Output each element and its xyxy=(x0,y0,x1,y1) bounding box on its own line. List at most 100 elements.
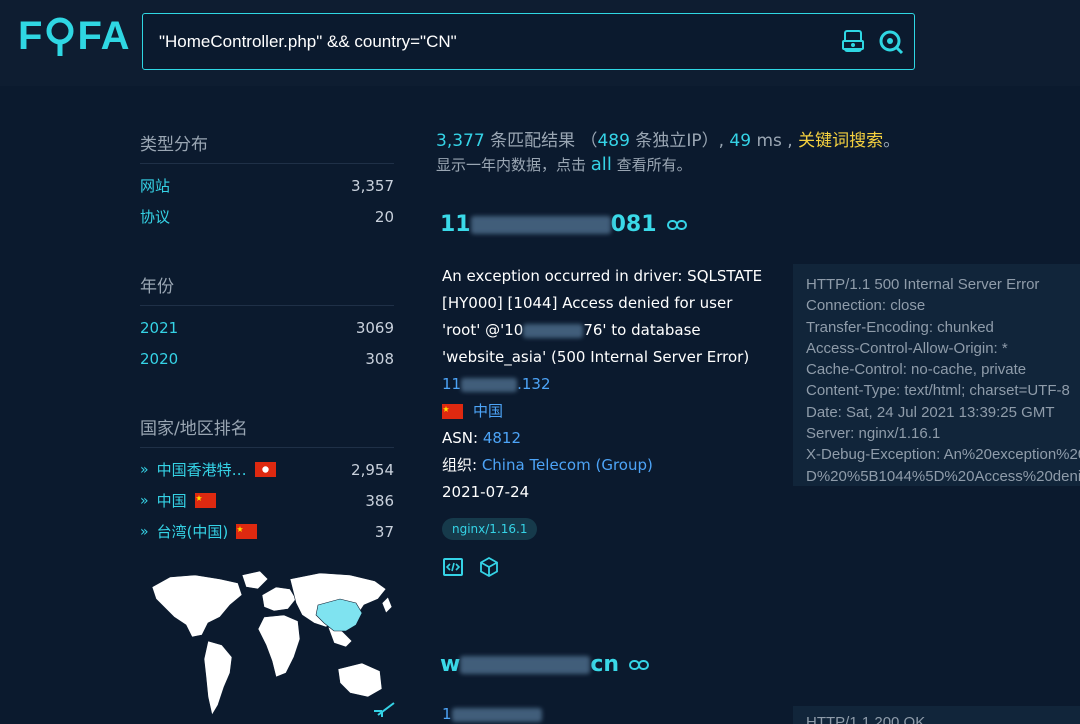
type-row-website[interactable]: 网站 3,357 xyxy=(140,170,394,201)
type-row-protocol[interactable]: 协议 20 xyxy=(140,201,394,232)
world-map[interactable] xyxy=(150,565,400,724)
header-line: HTTP/1.1 200 OK xyxy=(806,714,926,724)
period: 。 xyxy=(883,131,901,151)
code-icon[interactable] xyxy=(442,556,464,578)
ip-end[interactable]: .132 xyxy=(517,375,550,393)
country-row-tw[interactable]: » 台湾(中国) 37 xyxy=(140,516,394,547)
total-count: 3,377 xyxy=(436,131,485,151)
header-line: Access-Control-Allow-Origin: * xyxy=(806,339,1008,357)
result-title-start: 11 xyxy=(440,212,471,237)
country-label[interactable]: 中国香港特… xyxy=(157,459,247,480)
type-count: 3,357 xyxy=(351,176,394,195)
redacted-text xyxy=(523,323,584,338)
header-line: D%20%5B1044%5D%20Access%20denied xyxy=(806,467,1080,485)
asn-link[interactable]: 4812 xyxy=(483,429,521,447)
country-row-hk[interactable]: » 中国香港特… 2,954 xyxy=(140,454,394,485)
search-icon[interactable] xyxy=(878,29,904,55)
country-link[interactable]: 中国 xyxy=(473,402,503,420)
year-count: 3069 xyxy=(355,318,394,337)
double-chevron-icon: » xyxy=(140,523,149,540)
result-country[interactable]: 中国 xyxy=(442,398,772,425)
result-title-link[interactable]: w cn xyxy=(440,652,650,677)
redacted-text xyxy=(460,655,591,674)
double-chevron-icon: » xyxy=(140,461,149,478)
ip-count: 489 xyxy=(597,131,630,151)
ip-suffix: 条独立IP）, xyxy=(629,131,730,151)
link-icon[interactable] xyxy=(629,659,650,671)
year-title: 年份 xyxy=(140,272,394,306)
error-message: An exception occurred in driver: SQLSTAT… xyxy=(442,263,772,371)
ms-suffix: ms , xyxy=(751,131,799,151)
year-row-2020[interactable]: 2020 308 xyxy=(140,343,394,374)
summary-line-1: 3,377 条匹配结果 （489 条独立IP）, 49 ms , 关键词搜索。 xyxy=(436,126,1080,152)
http-header-panel: HTTP/1.1 500 Internal Server Error Conne… xyxy=(793,264,1080,486)
header-line: Content-Type: text/html; charset=UTF-8 xyxy=(806,382,1070,400)
hong-kong-flag-icon xyxy=(254,462,276,477)
link-icon[interactable] xyxy=(666,219,687,231)
year-row-2021[interactable]: 2021 3069 xyxy=(140,312,394,343)
result-title-link[interactable]: 11 081 xyxy=(440,212,687,237)
keyword-search-link[interactable]: 关键词搜索 xyxy=(798,131,883,151)
total-suffix: 条匹配结果 （ xyxy=(484,131,598,151)
http-header-panel: HTTP/1.1 200 OK xyxy=(793,706,1080,724)
type-distribution-title: 类型分布 xyxy=(140,130,394,164)
type-label[interactable]: 协议 xyxy=(140,206,170,227)
result-title-end: cn xyxy=(590,652,620,677)
expand-map-icon xyxy=(374,702,395,717)
result-title-end: 081 xyxy=(610,212,657,237)
header-line: Transfer-Encoding: chunked xyxy=(806,318,994,336)
query-time: 49 xyxy=(729,131,752,151)
country-row-cn[interactable]: » 中国 386 xyxy=(140,485,394,516)
server-tag[interactable]: nginx/1.16.1 xyxy=(442,518,538,540)
result-ip[interactable]: 11 .132 xyxy=(442,371,772,398)
org-link[interactable]: China Telecom (Group) xyxy=(482,456,653,474)
logo-pin-icon xyxy=(46,17,74,56)
search-input[interactable] xyxy=(159,28,819,56)
result-actions xyxy=(442,556,772,578)
china-flag-icon xyxy=(194,493,216,508)
result-org: 组织: China Telecom (Group) xyxy=(442,452,772,479)
logo-text-right: FA xyxy=(77,13,131,58)
image-search-icon[interactable] xyxy=(840,29,866,55)
year-label[interactable]: 2021 xyxy=(140,319,178,337)
result-title-start: w xyxy=(440,652,461,677)
header-line: Date: Sat, 24 Jul 2021 13:39:25 GMT xyxy=(806,403,1055,421)
redacted-text xyxy=(451,707,542,722)
year-label[interactable]: 2020 xyxy=(140,350,178,368)
header-line: Connection: close xyxy=(806,297,926,315)
header-line: Cache-Control: no-cache, private xyxy=(806,361,1027,379)
result-date: 2021-07-24 xyxy=(442,483,530,501)
country-count: 2,954 xyxy=(351,460,394,479)
double-chevron-icon: » xyxy=(140,492,149,509)
line2-prefix: 显示一年内数据，点击 xyxy=(436,156,591,174)
redacted-text xyxy=(461,377,518,392)
type-count: 20 xyxy=(374,207,394,226)
header-line: X-Debug-Exception: An%20exception%20occu… xyxy=(806,446,1080,464)
org-label: 组织: xyxy=(442,456,482,474)
fofa-logo[interactable]: F FA xyxy=(18,14,131,58)
country-count: 386 xyxy=(365,491,394,510)
filter-sidebar: 类型分布 网站 3,357 协议 20 年份 2021 3069 2020 30… xyxy=(140,130,394,547)
year-count: 308 xyxy=(365,349,394,368)
header-line: HTTP/1.1 500 Internal Server Error xyxy=(806,276,1040,293)
result-ip[interactable]: 1 xyxy=(442,704,542,724)
result-info: An exception occurred in driver: SQLSTAT… xyxy=(442,263,772,578)
asn-label: ASN: xyxy=(442,429,483,447)
ip-start[interactable]: 11 xyxy=(442,375,461,393)
redacted-text xyxy=(470,215,611,234)
country-ranking-title: 国家/地区排名 xyxy=(140,414,394,448)
view-all-link[interactable]: all xyxy=(591,154,612,175)
country-label[interactable]: 中国 xyxy=(157,490,187,511)
type-label[interactable]: 网站 xyxy=(140,175,170,196)
country-label[interactable]: 台湾(中国) xyxy=(157,521,229,542)
cube-icon[interactable] xyxy=(478,556,500,578)
search-box xyxy=(142,13,915,70)
top-bar: F FA xyxy=(0,0,1080,86)
header-line: Server: nginx/1.16.1 xyxy=(806,425,941,443)
summary-line-2: 显示一年内数据，点击 all 查看所有。 xyxy=(436,154,1080,175)
china-flag-icon xyxy=(442,404,463,419)
china-flag-icon xyxy=(236,524,258,539)
results-summary: 3,377 条匹配结果 （489 条独立IP）, 49 ms , 关键词搜索。 … xyxy=(436,126,1080,175)
ip-start[interactable]: 1 xyxy=(442,705,452,723)
result-asn: ASN: 4812 xyxy=(442,425,772,452)
